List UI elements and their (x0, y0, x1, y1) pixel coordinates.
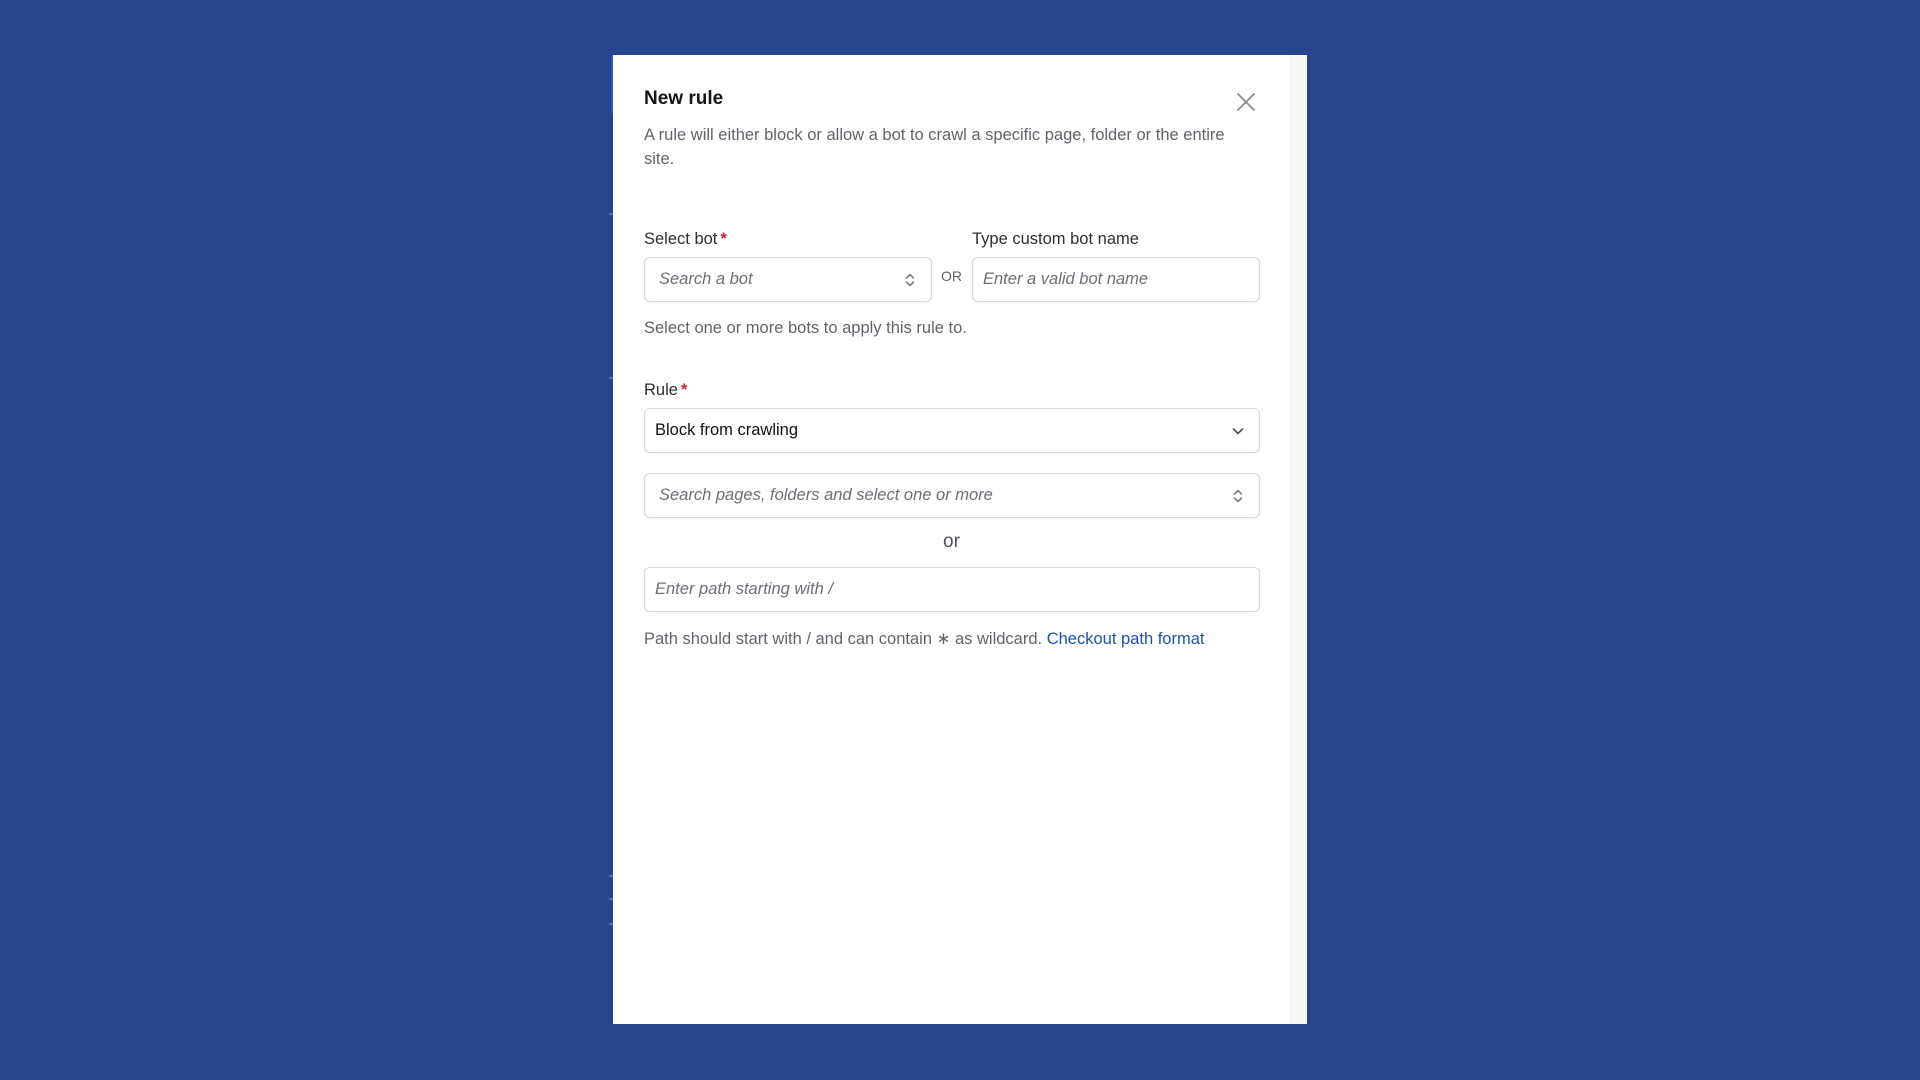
path-input[interactable] (655, 568, 1259, 611)
new-rule-modal: New rule A rule will either block or all… (613, 55, 1307, 1024)
pages-combobox[interactable] (644, 473, 1260, 518)
select-bot-input[interactable] (659, 258, 931, 301)
or-divider: or (943, 531, 960, 552)
select-bot-combobox[interactable] (644, 257, 932, 302)
select-bot-label-text: Select bot (644, 230, 718, 248)
path-helper-text: Path should start with / and can contain… (644, 630, 1043, 648)
rule-label: Rule * (644, 381, 687, 400)
rule-label-text: Rule (644, 381, 678, 399)
close-icon (1237, 93, 1255, 111)
or-separator: OR (941, 268, 962, 284)
up-down-chevron-icon (1233, 489, 1243, 502)
modal-description: A rule will either block or allow a bot … (644, 126, 1225, 168)
modal-title: New rule (644, 88, 724, 109)
select-bot-helper: Select one or more bots to apply this ru… (644, 319, 967, 337)
chevron-down-icon (1232, 427, 1244, 434)
rule-select[interactable]: Block from crawling (644, 408, 1260, 453)
custom-bot-field[interactable] (972, 257, 1260, 302)
up-down-chevron-icon (905, 273, 915, 286)
checkout-path-format-link[interactable]: Checkout path format (1047, 630, 1205, 648)
rule-select-value: Block from crawling (655, 421, 799, 439)
close-button[interactable] (1233, 89, 1259, 115)
required-mark: * (680, 381, 688, 399)
custom-bot-label: Type custom bot name (972, 230, 1139, 248)
path-helper: Path should start with / and can contain… (644, 629, 1204, 649)
path-field[interactable] (644, 567, 1260, 612)
scrollbar-track[interactable] (1290, 55, 1307, 1024)
select-bot-label: Select bot * (644, 230, 727, 249)
custom-bot-input[interactable] (983, 258, 1259, 301)
pages-search-input[interactable] (659, 474, 1259, 517)
required-mark: * (720, 230, 727, 248)
